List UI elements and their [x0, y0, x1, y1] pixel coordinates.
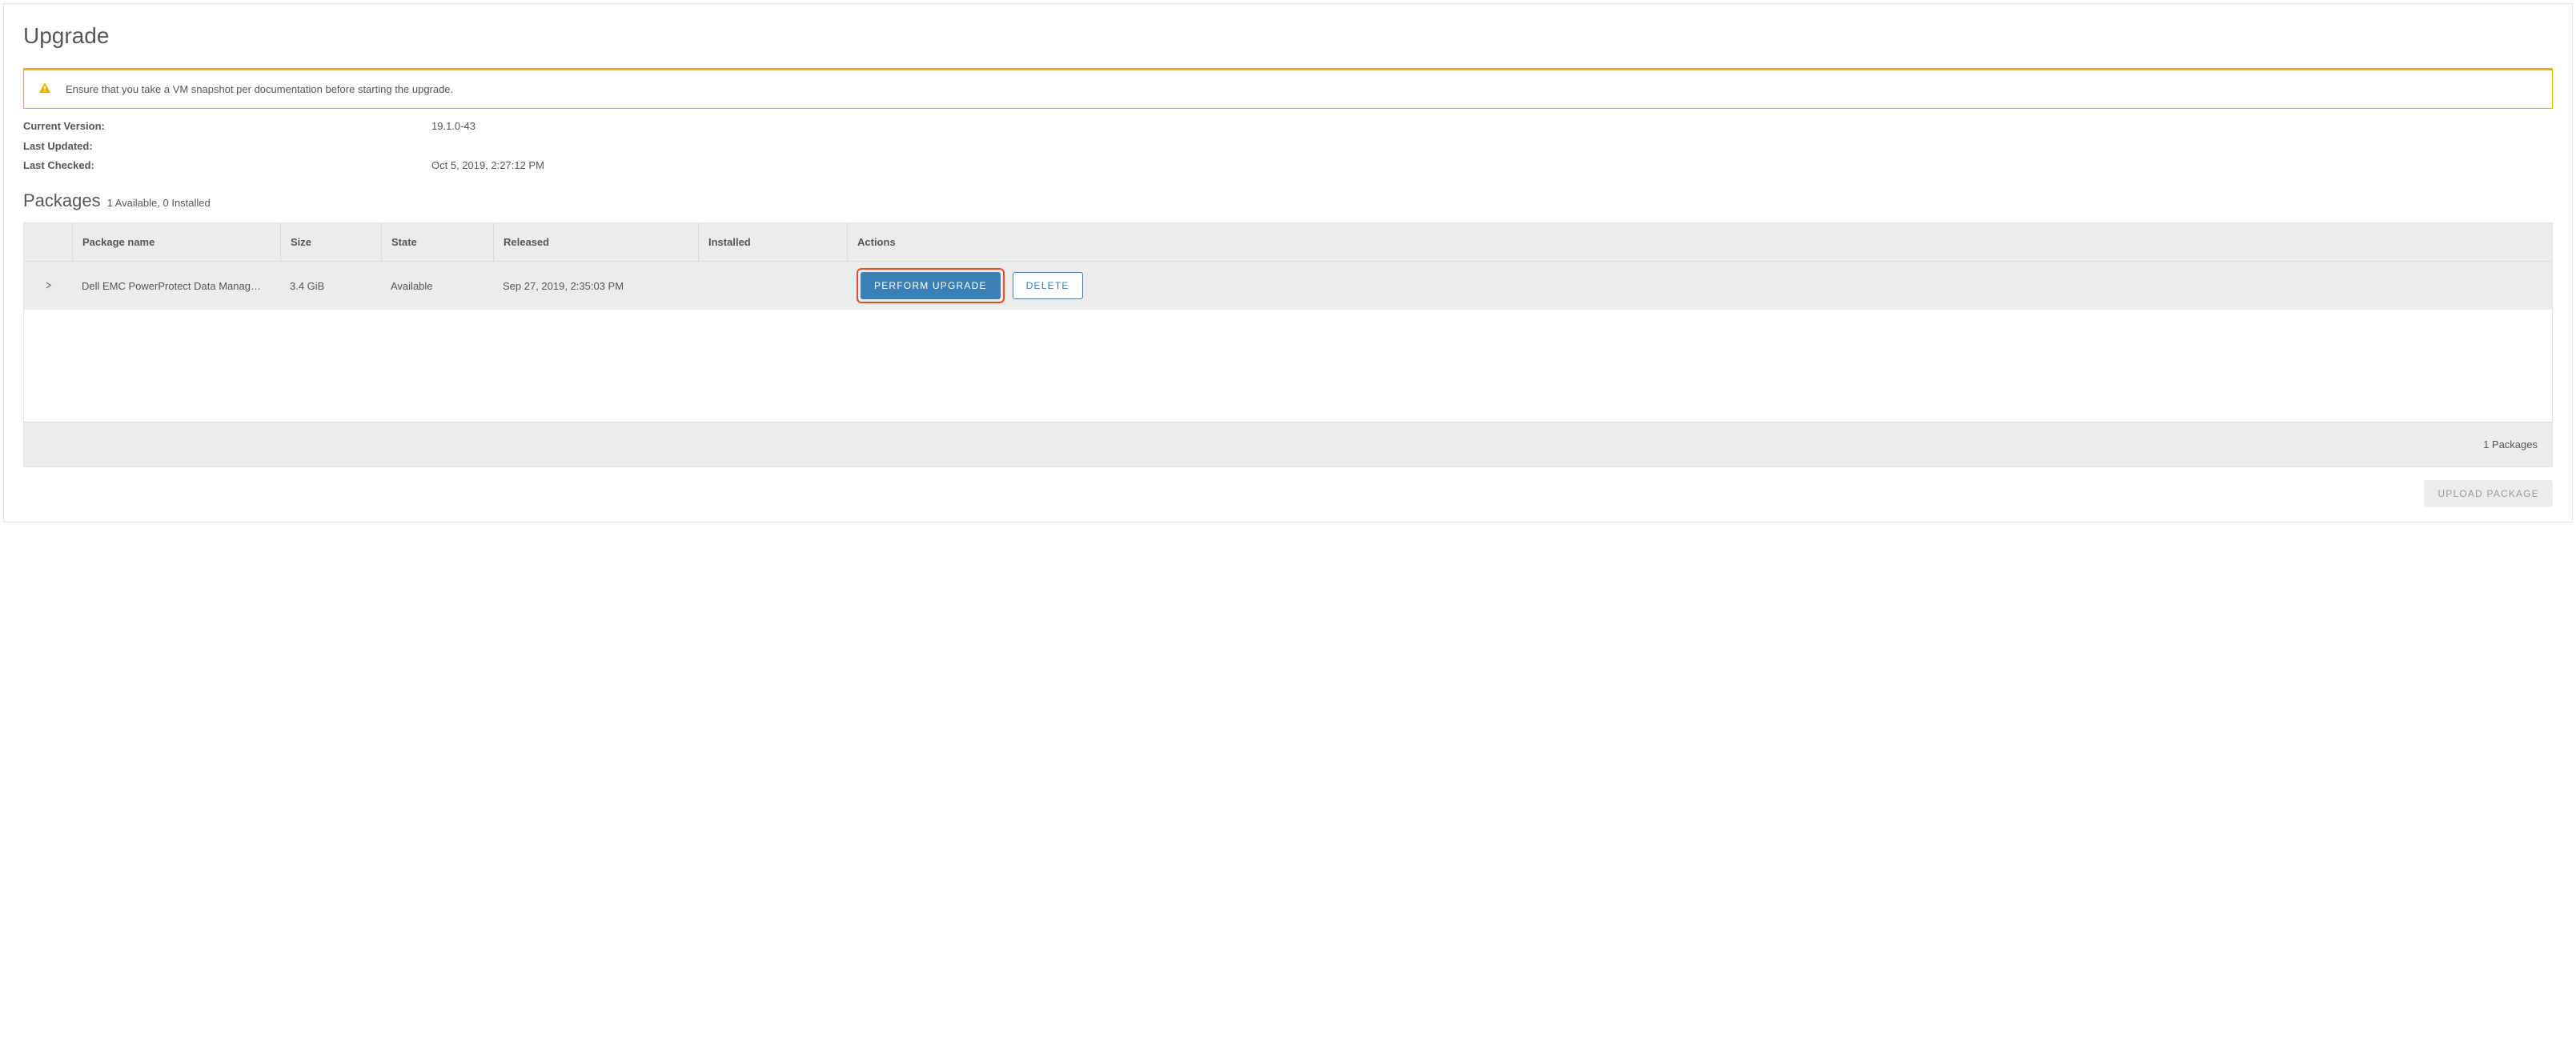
- table-footer: 1 Packages: [24, 422, 2552, 466]
- col-released-header[interactable]: Released: [493, 223, 698, 261]
- cell-size: 3.4 GiB: [280, 272, 381, 300]
- col-size-header[interactable]: Size: [280, 223, 381, 261]
- packages-heading: Packages 1 Available, 0 Installed: [23, 190, 2553, 211]
- col-installed-header[interactable]: Installed: [698, 223, 847, 261]
- warning-banner: Ensure that you take a VM snapshot per d…: [23, 68, 2553, 109]
- cell-package-name: Dell EMC PowerProtect Data Manag…: [72, 272, 280, 300]
- packages-subtitle: 1 Available, 0 Installed: [107, 197, 211, 209]
- last-updated-label: Last Updated:: [23, 137, 431, 157]
- packages-table: Package name Size State Released Install…: [23, 222, 2553, 467]
- col-state-header[interactable]: State: [381, 223, 493, 261]
- cell-installed: [698, 278, 847, 294]
- table-empty-area: [24, 310, 2552, 422]
- col-expand-header: [24, 223, 72, 261]
- warning-text: Ensure that you take a VM snapshot per d…: [66, 83, 453, 95]
- cell-actions: PERFORM UPGRADE DELETE: [847, 262, 2552, 310]
- col-package-name-header[interactable]: Package name: [72, 223, 280, 261]
- delete-button[interactable]: DELETE: [1013, 272, 1083, 299]
- page-footer: UPLOAD PACKAGE: [23, 480, 2553, 507]
- table-header-row: Package name Size State Released Install…: [24, 223, 2552, 262]
- page-title: Upgrade: [23, 23, 2553, 49]
- cell-released: Sep 27, 2019, 2:35:03 PM: [493, 272, 698, 300]
- perform-upgrade-highlight: PERFORM UPGRADE: [857, 268, 1005, 303]
- last-checked-label: Last Checked:: [23, 156, 431, 176]
- version-info: Current Version: 19.1.0-43 Last Updated:…: [23, 117, 2553, 176]
- warning-icon: [38, 82, 51, 97]
- cell-state: Available: [381, 272, 493, 300]
- col-actions-header: Actions: [847, 223, 2552, 261]
- upload-package-button[interactable]: UPLOAD PACKAGE: [2424, 480, 2553, 507]
- last-checked-value: Oct 5, 2019, 2:27:12 PM: [431, 156, 544, 176]
- table-row: Dell EMC PowerProtect Data Manag… 3.4 Gi…: [24, 262, 2552, 310]
- current-version-label: Current Version:: [23, 117, 431, 137]
- packages-title: Packages: [23, 190, 101, 211]
- upgrade-page: Upgrade Ensure that you take a VM snapsh…: [3, 3, 2573, 522]
- expand-row-button[interactable]: [24, 262, 72, 310]
- current-version-value: 19.1.0-43: [431, 117, 475, 137]
- chevron-right-icon: [45, 280, 52, 291]
- perform-upgrade-button[interactable]: PERFORM UPGRADE: [861, 272, 1001, 299]
